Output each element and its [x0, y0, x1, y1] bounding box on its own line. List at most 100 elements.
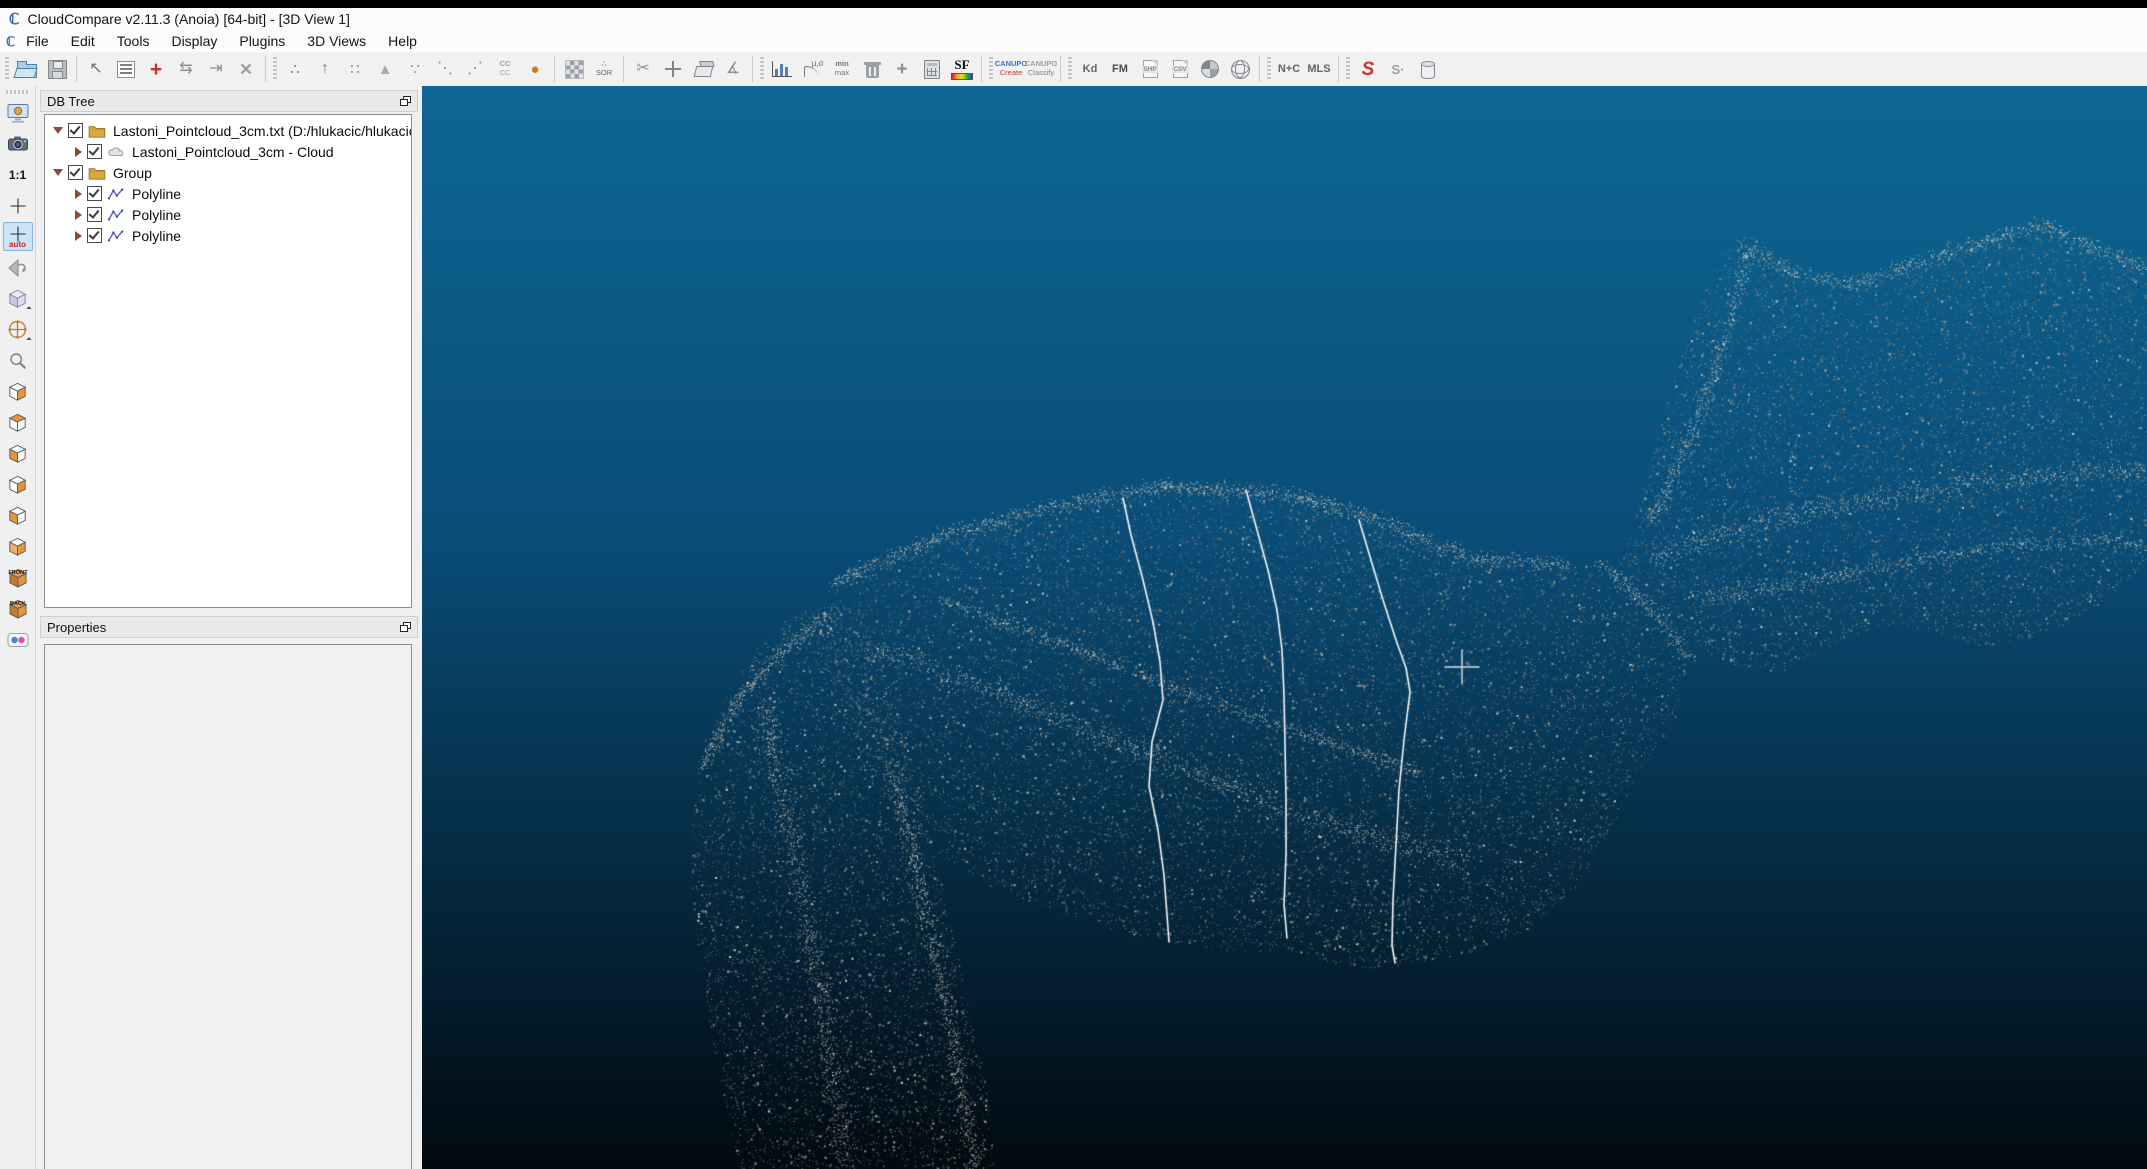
tree-item-label[interactable]: Polyline: [132, 207, 181, 223]
collapse-arrow-icon[interactable]: [53, 127, 63, 134]
fit-plane-button[interactable]: ∡: [719, 55, 747, 83]
view-back-button[interactable]: BACK: [3, 594, 33, 623]
sidebar-drag-handle[interactable]: [5, 90, 30, 94]
visibility-checkbox[interactable]: [87, 207, 102, 222]
view-right-button[interactable]: [3, 470, 33, 499]
view-bottom-button[interactable]: [3, 532, 33, 561]
collapse-arrow-icon[interactable]: [53, 169, 63, 176]
tree-row[interactable]: Lastoni_Pointcloud_3cm - Cloud: [45, 141, 411, 162]
delete-entity-button[interactable]: ×: [232, 55, 260, 83]
translate-rotate-button[interactable]: +: [142, 55, 170, 83]
menu-item-plugins[interactable]: Plugins: [228, 31, 296, 51]
zoom-magnifier-button[interactable]: [3, 346, 33, 375]
mdi-child-icon[interactable]: ℂ: [6, 35, 15, 48]
clone-button[interactable]: ⇆: [172, 55, 200, 83]
tree-item-label[interactable]: Polyline: [132, 228, 181, 244]
view-left-button[interactable]: [3, 439, 33, 468]
visibility-checkbox[interactable]: [87, 228, 102, 243]
facets-extraction-button[interactable]: FM: [1106, 55, 1134, 83]
tree-row[interactable]: Polyline: [45, 183, 411, 204]
stereo-mode-button[interactable]: [3, 625, 33, 654]
tree-item-label[interactable]: Lastoni_Pointcloud_3cm - Cloud: [132, 144, 334, 160]
visibility-checkbox[interactable]: [87, 186, 102, 201]
zoom-1-1-button[interactable]: 1:1: [3, 160, 33, 189]
sf-color-scale-button[interactable]: SF: [948, 55, 976, 83]
interaction-mode-button[interactable]: [3, 315, 33, 344]
unroll-button[interactable]: [1414, 55, 1442, 83]
fine-registration-button[interactable]: CC CC: [491, 55, 519, 83]
view-iso-2-button[interactable]: [3, 501, 33, 530]
noise-filter-button[interactable]: ∷: [341, 55, 369, 83]
canupo-create-button[interactable]: CANUPO Create: [995, 55, 1028, 83]
visibility-checkbox[interactable]: [68, 123, 83, 138]
tree-row[interactable]: Lastoni_Pointcloud_3cm.txt (D:/hlukacic/…: [45, 120, 411, 141]
toolbar-drag-handle[interactable]: [760, 57, 764, 81]
menu-item-file[interactable]: File: [15, 31, 60, 51]
expand-arrow-icon[interactable]: [75, 209, 82, 220]
auto-pick-rotation-center-button[interactable]: auto: [2, 222, 33, 251]
interpolate-button[interactable]: ⋰: [461, 55, 489, 83]
compass-pie-button[interactable]: [1196, 55, 1224, 83]
add-scalar-field-button[interactable]: +: [888, 55, 916, 83]
menu-item-tools[interactable]: Tools: [106, 31, 161, 51]
expand-arrow-icon[interactable]: [75, 146, 82, 157]
save-button[interactable]: [43, 55, 71, 83]
toolbar-drag-handle[interactable]: [1346, 57, 1350, 81]
align-point-pairs-button[interactable]: ●: [521, 55, 549, 83]
visibility-checkbox[interactable]: [87, 144, 102, 159]
set-view-full-button[interactable]: [3, 98, 33, 127]
menu-item-display[interactable]: Display: [160, 31, 228, 51]
toolbar-drag-handle[interactable]: [1267, 57, 1271, 81]
resample-button[interactable]: ⋱: [431, 55, 459, 83]
menu-item-help[interactable]: Help: [377, 31, 428, 51]
view-top-button[interactable]: [3, 408, 33, 437]
dbtree-float-button[interactable]: [400, 96, 411, 106]
view-iso-1-button[interactable]: [3, 377, 33, 406]
export-csv-button[interactable]: CSV: [1166, 55, 1194, 83]
mls-smoothing-button[interactable]: MLS: [1305, 55, 1333, 83]
sample-points-button[interactable]: ∵: [401, 55, 429, 83]
expand-arrow-icon[interactable]: [75, 230, 82, 241]
segment-button[interactable]: ✂: [629, 55, 657, 83]
export-shp-button[interactable]: SHP: [1136, 55, 1164, 83]
toolbar-drag-handle[interactable]: [989, 57, 993, 81]
manual-translate-button[interactable]: [659, 55, 687, 83]
cross-section-button[interactable]: [689, 55, 717, 83]
visibility-checkbox[interactable]: [68, 165, 83, 180]
tree-item-label[interactable]: Polyline: [132, 186, 181, 202]
tree-item-label[interactable]: Lastoni_Pointcloud_3cm.txt (D:/hlukacic/…: [113, 123, 411, 139]
normals-and-curvature-button[interactable]: N+C: [1275, 55, 1303, 83]
toggle-perspective-button[interactable]: [3, 284, 33, 313]
filter-by-sf-value-button[interactable]: min max: [828, 55, 856, 83]
screenshot-button[interactable]: [3, 129, 33, 158]
apply-transformation-button[interactable]: ⇥: [202, 55, 230, 83]
mesh-sampling-button[interactable]: ▲: [371, 55, 399, 83]
filter-points-by-value-button[interactable]: ↑: [311, 55, 339, 83]
tree-item-label[interactable]: Group: [113, 165, 152, 181]
menu-item-edit[interactable]: Edit: [60, 31, 106, 51]
toolbar-drag-handle[interactable]: [5, 57, 9, 81]
toggle-properties-button[interactable]: [112, 55, 140, 83]
pick-rotation-center-button[interactable]: [3, 191, 33, 220]
toolbar-drag-handle[interactable]: [1068, 57, 1072, 81]
ssao-checker-button[interactable]: [560, 55, 588, 83]
view-front-button[interactable]: FRONT: [3, 563, 33, 592]
show-histogram-button[interactable]: [768, 55, 796, 83]
point-picking-button[interactable]: ↖: [82, 55, 110, 83]
sf-arithmetic-button[interactable]: [918, 55, 946, 83]
canupo-classify-button[interactable]: CANUPO Classify: [1025, 55, 1058, 83]
tree-row[interactable]: Group: [45, 162, 411, 183]
3d-viewport[interactable]: [422, 86, 2147, 1169]
sor-filter-button[interactable]: ∴ SOR: [590, 55, 618, 83]
toolbar-drag-handle[interactable]: [273, 57, 277, 81]
tree-row[interactable]: Polyline: [45, 225, 411, 246]
properties-float-button[interactable]: [400, 622, 411, 632]
contour-plot-button[interactable]: S: [1354, 55, 1382, 83]
expand-arrow-icon[interactable]: [75, 188, 82, 199]
delete-scalar-field-button[interactable]: [858, 55, 886, 83]
open-file-button[interactable]: [13, 55, 41, 83]
tree-row[interactable]: Polyline: [45, 204, 411, 225]
subsample-cloud-button[interactable]: ∴: [281, 55, 309, 83]
kd-tree-button[interactable]: Kd: [1076, 55, 1104, 83]
sections-button[interactable]: S·: [1384, 55, 1412, 83]
